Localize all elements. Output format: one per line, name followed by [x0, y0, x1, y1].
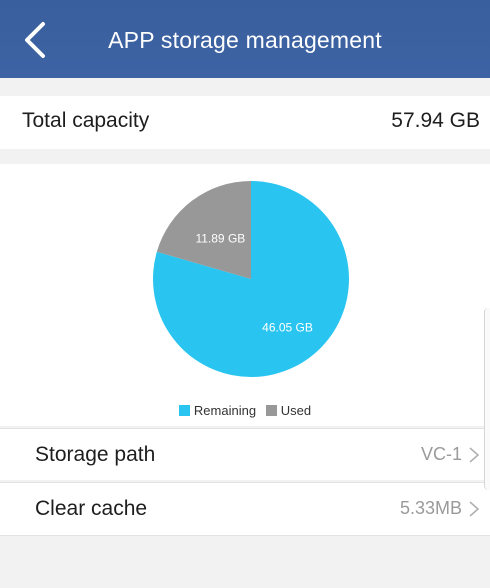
storage-pie-chart: 46.05 GB 11.89 GB	[153, 181, 349, 377]
clear-cache-value: 5.33MB	[399, 498, 462, 518]
chevron-right-icon	[469, 501, 480, 517]
clear-cache-label: Clear cache	[35, 497, 148, 520]
legend-label-used: Used	[280, 403, 312, 418]
edge-scroll-handle[interactable]	[484, 308, 490, 490]
pie-label-used: 11.89 GB	[195, 231, 245, 245]
total-capacity-label: Total capacity	[22, 109, 150, 132]
chart-legend: Remaining Used	[0, 403, 490, 418]
storage-path-value: VC-1	[420, 444, 462, 464]
legend-label-remaining: Remaining	[193, 403, 257, 418]
legend-item-remaining: Remaining	[178, 403, 257, 418]
legend-swatch-remaining	[178, 405, 190, 416]
clear-cache-row[interactable]: Clear cache 5.33MB	[0, 482, 490, 536]
chevron-right-icon	[469, 447, 480, 463]
legend-swatch-used	[265, 405, 277, 416]
total-capacity-value: 57.94 GB	[391, 109, 480, 132]
pie-label-remaining: 46.05 GB	[262, 321, 313, 335]
storage-chart-card: 46.05 GB 11.89 GB Remaining Used	[0, 164, 490, 426]
storage-path-label: Storage path	[35, 443, 156, 466]
page-title: APP storage management	[108, 27, 382, 53]
total-capacity-row: Total capacity 57.94 GB	[0, 96, 490, 149]
legend-item-used: Used	[265, 403, 312, 418]
storage-path-row[interactable]: Storage path VC-1	[0, 428, 490, 480]
app-header: APP storage management	[0, 0, 490, 78]
